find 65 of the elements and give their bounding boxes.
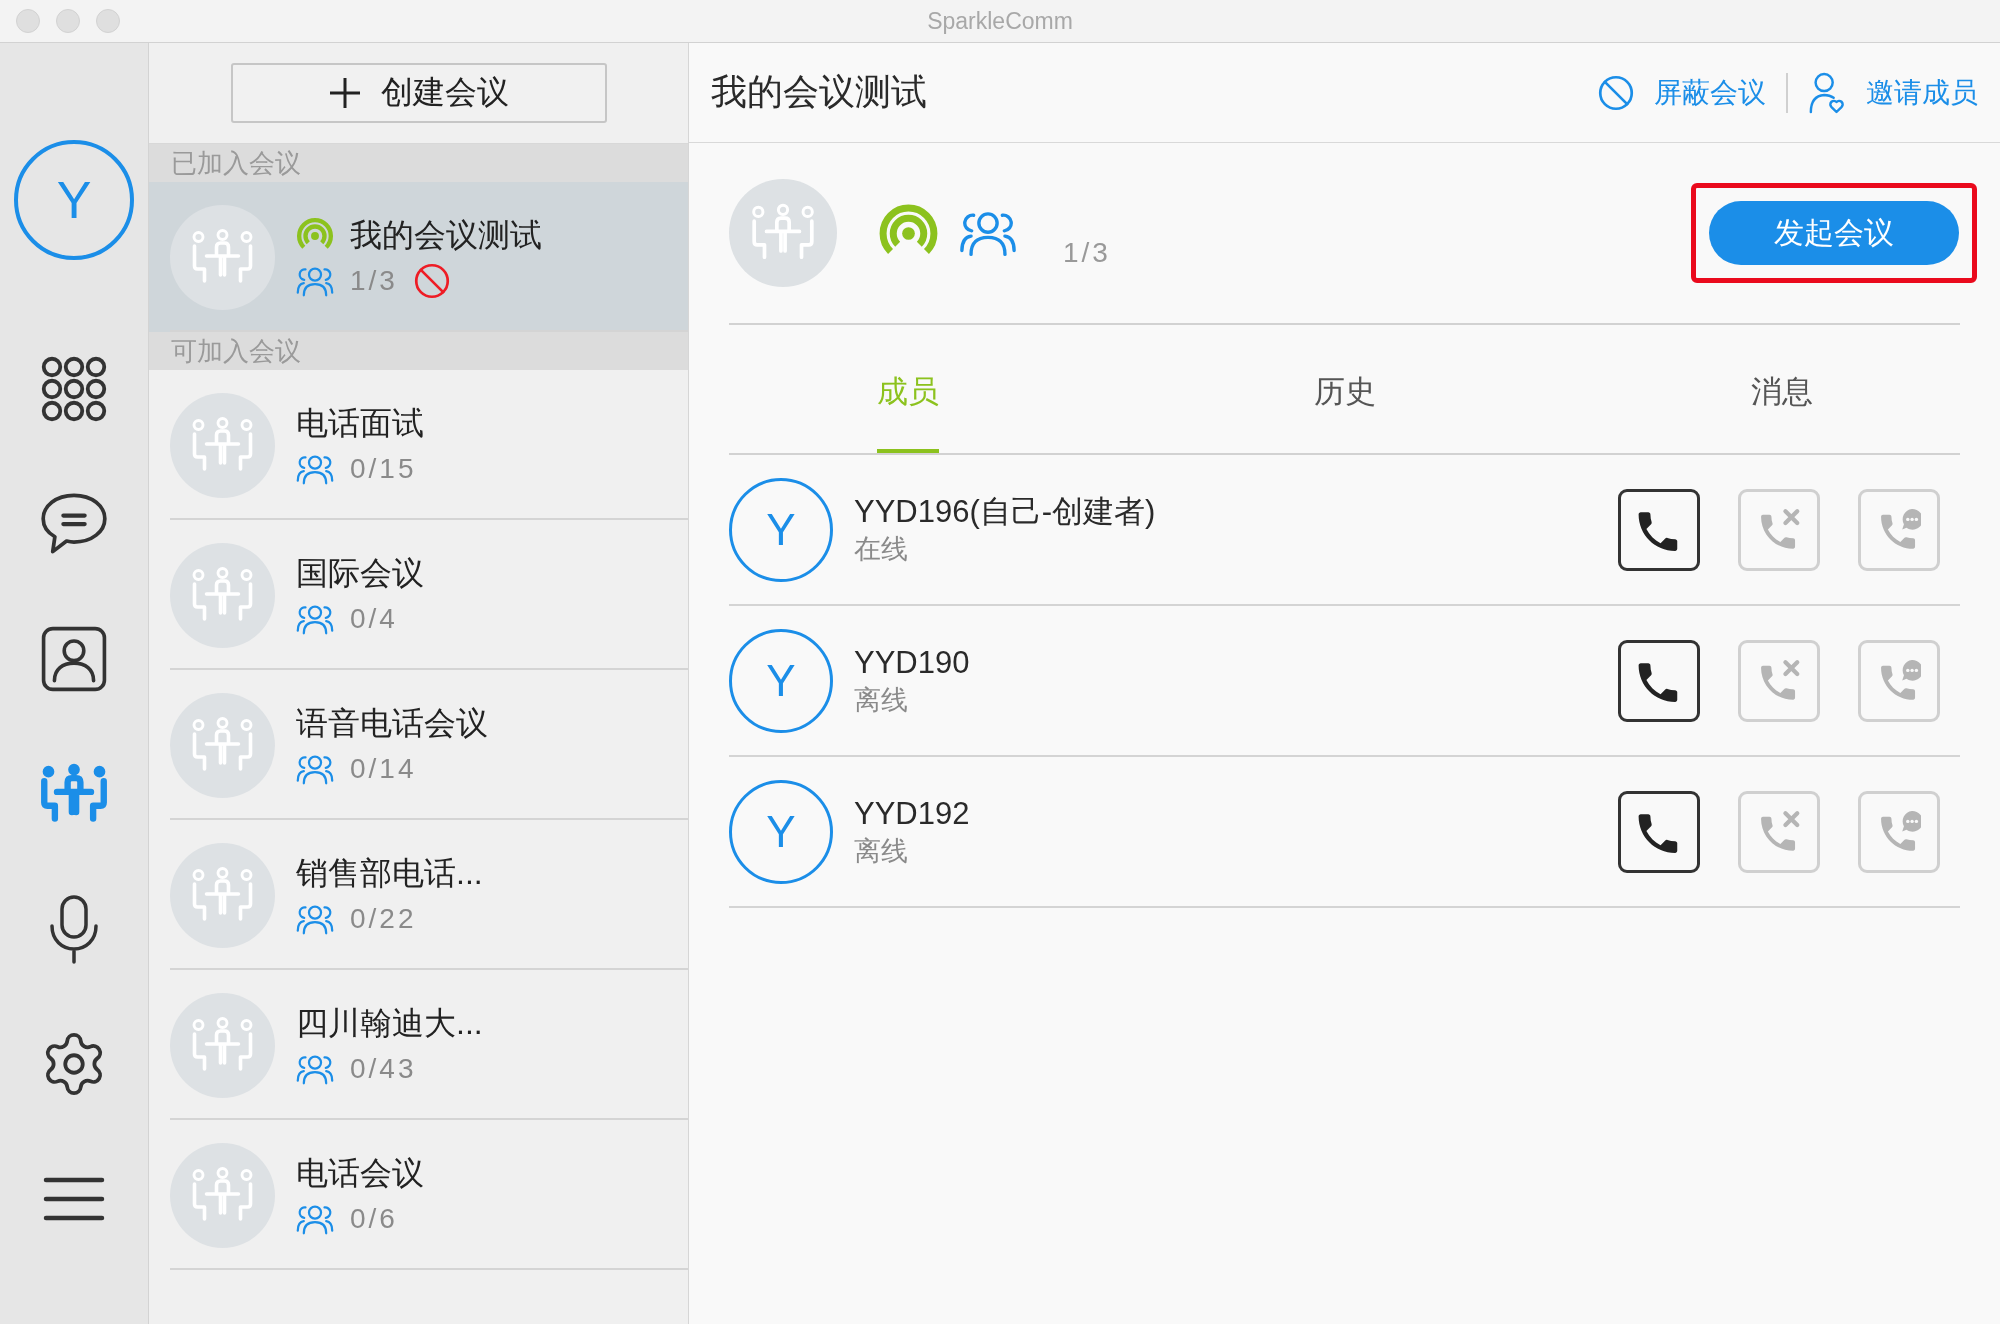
member-count: 0/15 [350,453,417,485]
meeting-name: 国际会议 [296,554,424,593]
people-icon [296,1203,334,1235]
meeting-list-item[interactable]: 电话面试 0/15 [149,370,688,520]
call-button[interactable] [1618,639,1700,722]
meeting-list-item[interactable]: 四川翰迪大... 0/43 [149,970,688,1120]
member-name: YYD196(自己-创建者) [854,492,1156,531]
tab[interactable]: 消息 [1750,372,1813,453]
people-icon [296,753,334,785]
call-button[interactable] [1618,790,1700,873]
meeting-name: 电话面试 [296,404,424,443]
people-icon [296,603,334,635]
window-title: SparkleComm [927,7,1073,35]
meeting-name: 我的会议测试 [350,216,542,255]
member-status: 离线 [854,834,909,868]
meeting-icon [170,542,275,648]
member-count: 0/4 [350,603,398,635]
plus-icon [328,77,361,109]
call-button[interactable] [1618,488,1700,571]
member-count: 0/43 [350,1053,417,1085]
meeting-list-item[interactable]: 销售部电话... 0/22 [149,820,688,970]
meeting-icon [729,179,837,287]
people-icon [296,453,334,485]
tab[interactable]: 历史 [1313,372,1376,453]
user-avatar: Y [729,779,833,884]
member-name: YYD190 [854,643,970,682]
contact-card-icon [41,626,107,692]
meeting-icon [170,204,275,310]
ban-icon [1598,74,1634,111]
meeting-list-item[interactable]: 我的会议测试 1/3 [149,182,688,332]
people-icon [296,1053,334,1085]
create-meeting-button[interactable]: 创建会议 [230,63,607,123]
meeting-title: 我的会议测试 [711,70,927,114]
meeting-icon [170,692,275,798]
user-avatar: Y [729,628,833,733]
member-count: 0/6 [350,1203,398,1235]
meeting-icon [170,392,275,498]
meeting-list-item[interactable]: 语音电话会议 0/14 [149,670,688,820]
member-count: 1/3 [350,265,398,297]
meeting-name: 语音电话会议 [296,704,488,743]
member-count: 0/14 [350,753,417,785]
menu-icon [43,1176,105,1222]
dialpad-icon [41,356,107,422]
meeting-list-item[interactable]: 国际会议 0/4 [149,520,688,670]
meeting-icon [170,992,275,1098]
section-header: 已加入会议 [149,144,688,182]
meeting-name: 电话会议 [296,1154,424,1193]
meeting-name: 销售部电话... [296,854,483,893]
chat-icon [40,492,108,556]
meeting-icon [170,842,275,948]
member-status: 离线 [854,683,909,717]
user-avatar: Y [729,477,833,582]
add-person-icon [1808,71,1846,114]
member-count: 1/3 [1063,237,1111,269]
member-count: 0/22 [350,903,417,935]
member-name: YYD192 [854,794,970,833]
people-icon [296,903,334,935]
people-icon [959,209,1017,257]
people-icon [296,265,334,297]
microphone-icon [47,894,101,964]
meeting-icon [170,1142,275,1248]
meeting-list-item[interactable]: 电话会议 0/6 [149,1120,688,1270]
meeting-name: 四川翰迪大... [296,1004,483,1043]
section-header: 可加入会议 [149,332,688,370]
member-status: 在线 [854,532,909,566]
